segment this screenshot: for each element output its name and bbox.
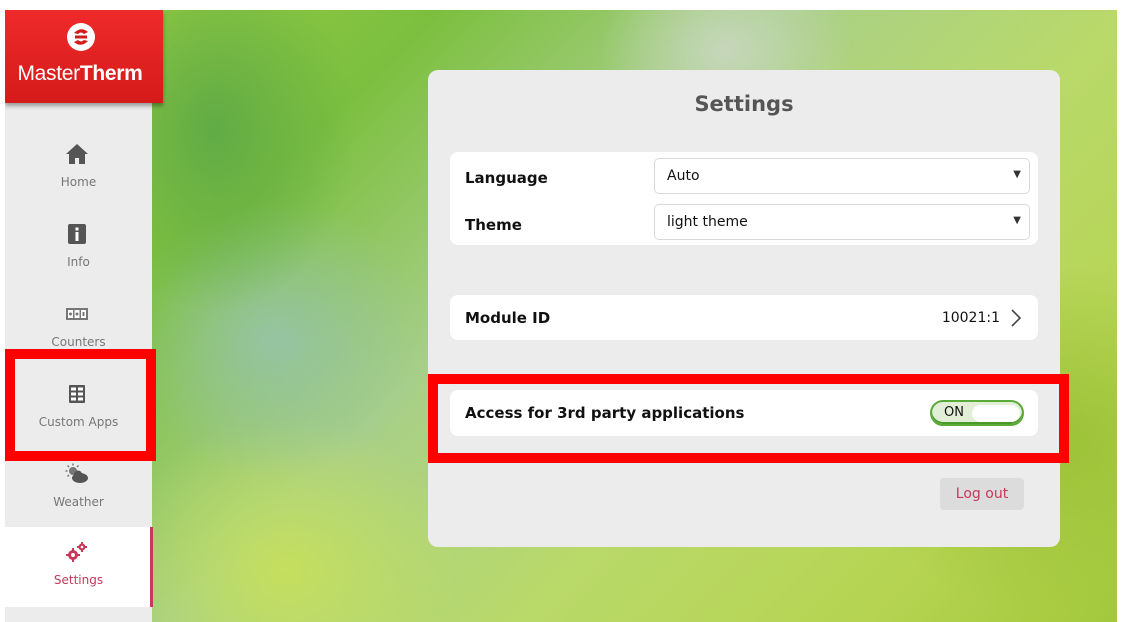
page-title: Settings <box>694 92 794 116</box>
language-label: Language <box>465 169 548 187</box>
third-party-toggle[interactable]: ON <box>930 400 1024 426</box>
nav-item-settings[interactable]: Settings <box>5 527 153 607</box>
preferences-card: Language Auto ▼ Theme light theme ▼ <box>450 152 1038 245</box>
settings-gears-icon <box>66 542 87 562</box>
nav-label-custom-apps: Custom Apps <box>38 415 119 429</box>
info-icon <box>68 224 86 244</box>
nav-label-home: Home <box>60 175 97 189</box>
nav-label-counters: Counters <box>51 335 106 349</box>
module-id-value: 10021:1 <box>941 310 1000 326</box>
nav-item-custom-apps[interactable]: Custom Apps <box>5 373 152 453</box>
language-value: Auto <box>667 168 700 184</box>
logout-button[interactable]: Log out <box>940 478 1024 510</box>
logo-text: MasterTherm <box>17 62 143 85</box>
third-party-access-row: Access for 3rd party applications ON <box>450 390 1038 436</box>
weather-icon <box>65 463 88 483</box>
theme-value: light theme <box>667 214 748 230</box>
sidebar: MasterTherm Home Info Counters Custom Ap… <box>5 10 163 622</box>
custom-apps-icon <box>69 385 85 403</box>
theme-label: Theme <box>465 216 522 234</box>
logo-mark-icon <box>67 23 95 51</box>
mastertherm-logo[interactable]: MasterTherm <box>5 10 163 103</box>
nav-item-home[interactable]: Home <box>5 133 152 213</box>
chevron-down-icon: ▼ <box>1013 215 1021 226</box>
toggle-knob <box>972 405 1020 422</box>
module-id-label: Module ID <box>465 309 551 327</box>
chevron-down-icon: ▼ <box>1013 169 1021 180</box>
home-icon <box>66 144 88 164</box>
counters-icon <box>66 308 88 320</box>
settings-panel: Settings Language Auto ▼ Theme light the… <box>428 70 1060 547</box>
nav-item-counters[interactable]: Counters <box>5 293 152 373</box>
theme-select[interactable]: light theme ▼ <box>654 204 1030 240</box>
chevron-right-icon <box>1011 309 1022 327</box>
module-id-row[interactable]: Module ID 10021:1 <box>450 295 1038 340</box>
language-select[interactable]: Auto ▼ <box>654 158 1030 194</box>
nav-item-weather[interactable]: Weather <box>5 453 152 533</box>
nav-label-info: Info <box>67 255 90 269</box>
third-party-label: Access for 3rd party applications <box>465 404 745 422</box>
toggle-state-text: ON <box>944 405 964 420</box>
nav-label-weather: Weather <box>53 495 104 509</box>
nav-label-settings: Settings <box>53 573 104 587</box>
app-window: MasterTherm Home Info Counters Custom Ap… <box>5 10 1117 622</box>
nav-item-info[interactable]: Info <box>5 213 152 293</box>
